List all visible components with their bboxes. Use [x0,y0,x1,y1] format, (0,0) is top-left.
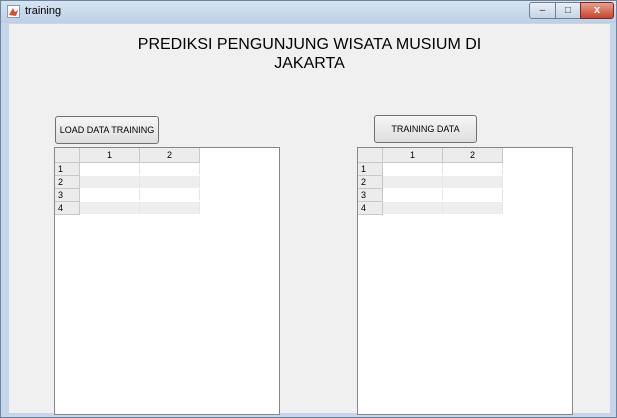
matlab-icon [7,5,20,18]
row-header[interactable]: 4 [358,201,383,215]
table-cell[interactable] [442,201,503,215]
table-cell[interactable] [79,188,140,202]
table-row: 4 [358,201,503,215]
close-button[interactable]: x [580,2,614,19]
row-header[interactable]: 3 [55,188,80,202]
table-cell[interactable] [139,188,200,202]
maximize-button[interactable]: □ [555,2,581,19]
table-row: 2 [55,175,200,189]
table-cell[interactable] [382,175,443,189]
window-title: training [25,5,62,17]
table-cell[interactable] [442,175,503,189]
corner-cell [55,148,80,163]
column-header[interactable]: 2 [139,148,200,163]
left-data-table[interactable]: 1 2 1 2 3 4 [54,147,280,415]
title-line-1: PREDIKSI PENGUNJUNG WISATA MUSIUM DI [137,36,482,53]
left-table-grid: 1 2 1 2 3 4 [55,148,200,215]
table-cell[interactable] [139,162,200,176]
load-data-training-button[interactable]: LOAD DATA TRAINING [55,116,159,144]
minimize-icon: – [539,5,546,16]
corner-cell [358,148,383,163]
table-row: 3 [358,188,503,202]
table-cell[interactable] [79,175,140,189]
table-cell[interactable] [139,201,200,215]
right-table-grid: 1 2 1 2 3 4 [358,148,503,215]
column-header[interactable]: 2 [442,148,503,163]
table-row: 3 [55,188,200,202]
table-row: 4 [55,201,200,215]
column-header[interactable]: 1 [79,148,140,163]
title-line-2: JAKARTA [274,55,345,72]
table-cell[interactable] [442,162,503,176]
right-data-table[interactable]: 1 2 1 2 3 4 [357,147,573,415]
row-header[interactable]: 1 [55,162,80,176]
maximize-icon: □ [564,5,572,16]
table-cell[interactable] [382,201,443,215]
minimize-button[interactable]: – [529,2,556,19]
row-header[interactable]: 2 [55,175,80,189]
table-header-row: 1 2 [358,148,503,163]
page-title: PREDIKSI PENGUNJUNG WISATA MUSIUM DI JAK… [9,35,610,73]
app-window: training – □ x PREDIKSI PENGUNJUNG WISAT… [0,0,617,418]
close-icon: x [593,4,601,16]
table-row: 2 [358,175,503,189]
table-header-row: 1 2 [55,148,200,163]
row-header[interactable]: 3 [358,188,383,202]
table-cell[interactable] [382,188,443,202]
figure-client-area: PREDIKSI PENGUNJUNG WISATA MUSIUM DI JAK… [9,24,610,415]
title-bar[interactable]: training – □ x [1,1,616,23]
table-cell[interactable] [442,188,503,202]
table-row: 1 [358,162,503,176]
table-cell[interactable] [139,175,200,189]
table-cell[interactable] [382,162,443,176]
table-row: 1 [55,162,200,176]
training-data-button[interactable]: TRAINING DATA [374,115,477,143]
row-header[interactable]: 1 [358,162,383,176]
table-cell[interactable] [79,162,140,176]
table-cell[interactable] [79,201,140,215]
row-header[interactable]: 2 [358,175,383,189]
row-header[interactable]: 4 [55,201,80,215]
column-header[interactable]: 1 [382,148,443,163]
